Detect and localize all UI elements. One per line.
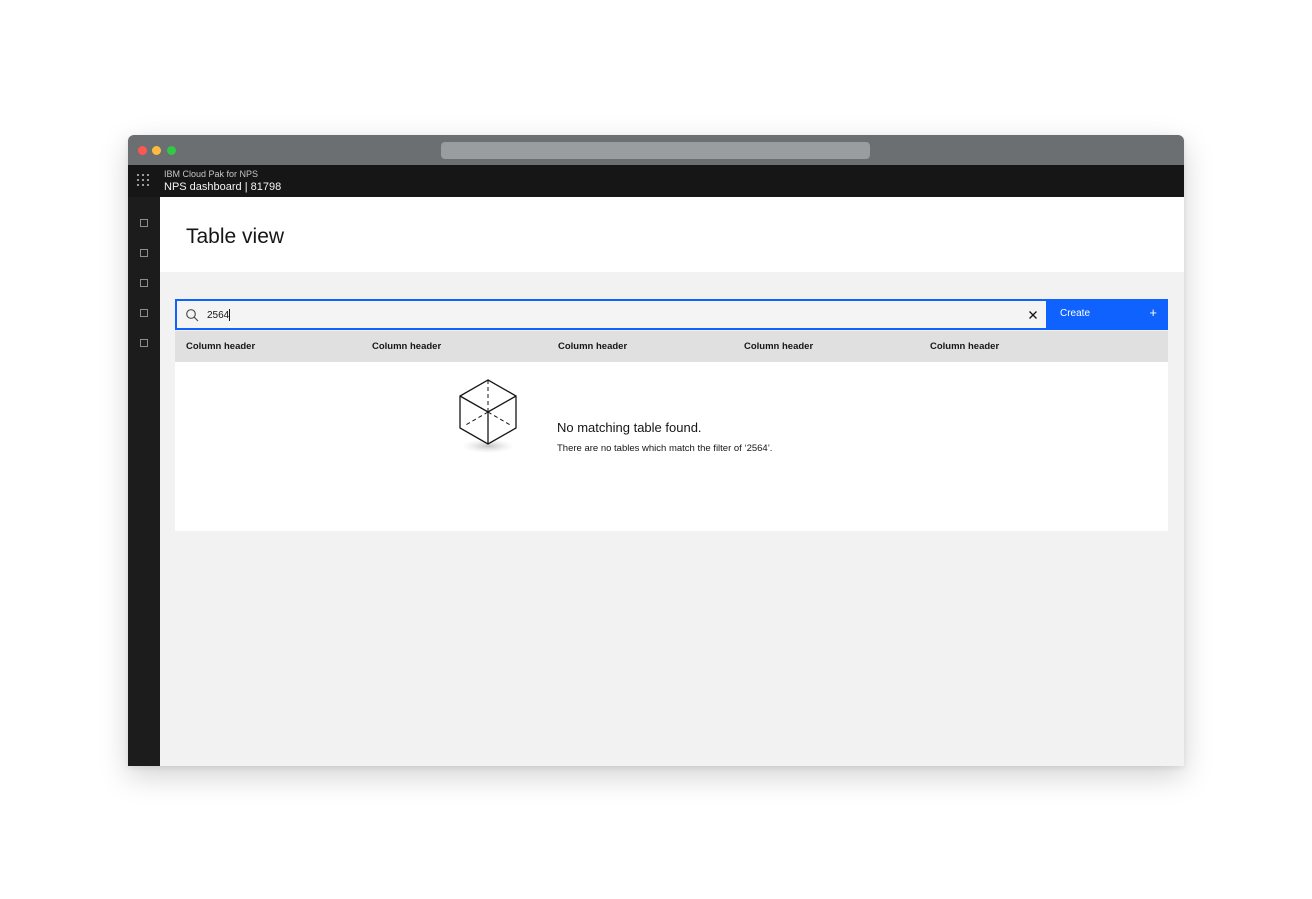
empty-state-message: There are no tables which match the filt… [557,443,773,454]
side-nav-item-1[interactable] [140,219,148,227]
page-header: Table view [160,197,1184,272]
column-header-2[interactable]: Column header [372,341,441,352]
side-nav-item-4[interactable] [140,309,148,317]
side-nav [128,197,160,766]
side-nav-item-3[interactable] [140,279,148,287]
browser-window: IBM Cloud Pak for NPS NPS dashboard | 81… [128,135,1184,766]
empty-cube-icon [459,379,517,453]
create-button[interactable]: Create + [1048,299,1168,330]
create-button-label: Create [1060,308,1091,319]
column-header-4[interactable]: Column header [744,341,813,352]
page-title: Table view [186,225,285,248]
clear-search-icon[interactable] [1026,308,1040,322]
search-box[interactable] [175,299,1048,330]
text-cursor [229,309,230,321]
minimize-window-button[interactable] [152,146,161,155]
maximize-window-button[interactable] [167,146,176,155]
app-switcher-icon[interactable] [137,174,151,188]
column-header-1[interactable]: Column header [186,341,255,352]
main-content: Table view Create + C [160,197,1184,766]
close-window-button[interactable] [138,146,147,155]
app-subtitle: IBM Cloud Pak for NPS [164,169,259,179]
browser-titlebar [128,135,1184,165]
app-header: IBM Cloud Pak for NPS NPS dashboard | 81… [128,165,1184,197]
side-nav-item-2[interactable] [140,249,148,257]
table-header-row: Column header Column header Column heade… [175,331,1168,362]
address-bar[interactable] [441,142,870,159]
side-nav-item-5[interactable] [140,339,148,347]
search-icon [186,309,199,322]
search-input[interactable] [207,306,1007,324]
plus-icon: + [1149,305,1157,320]
table-toolbar: Create + [175,299,1168,330]
column-header-3[interactable]: Column header [558,341,627,352]
column-header-5[interactable]: Column header [930,341,999,352]
app-title: NPS dashboard | 81798 [164,181,282,193]
data-table: Column header Column header Column heade… [175,331,1168,531]
empty-state-title: No matching table found. [557,420,702,435]
